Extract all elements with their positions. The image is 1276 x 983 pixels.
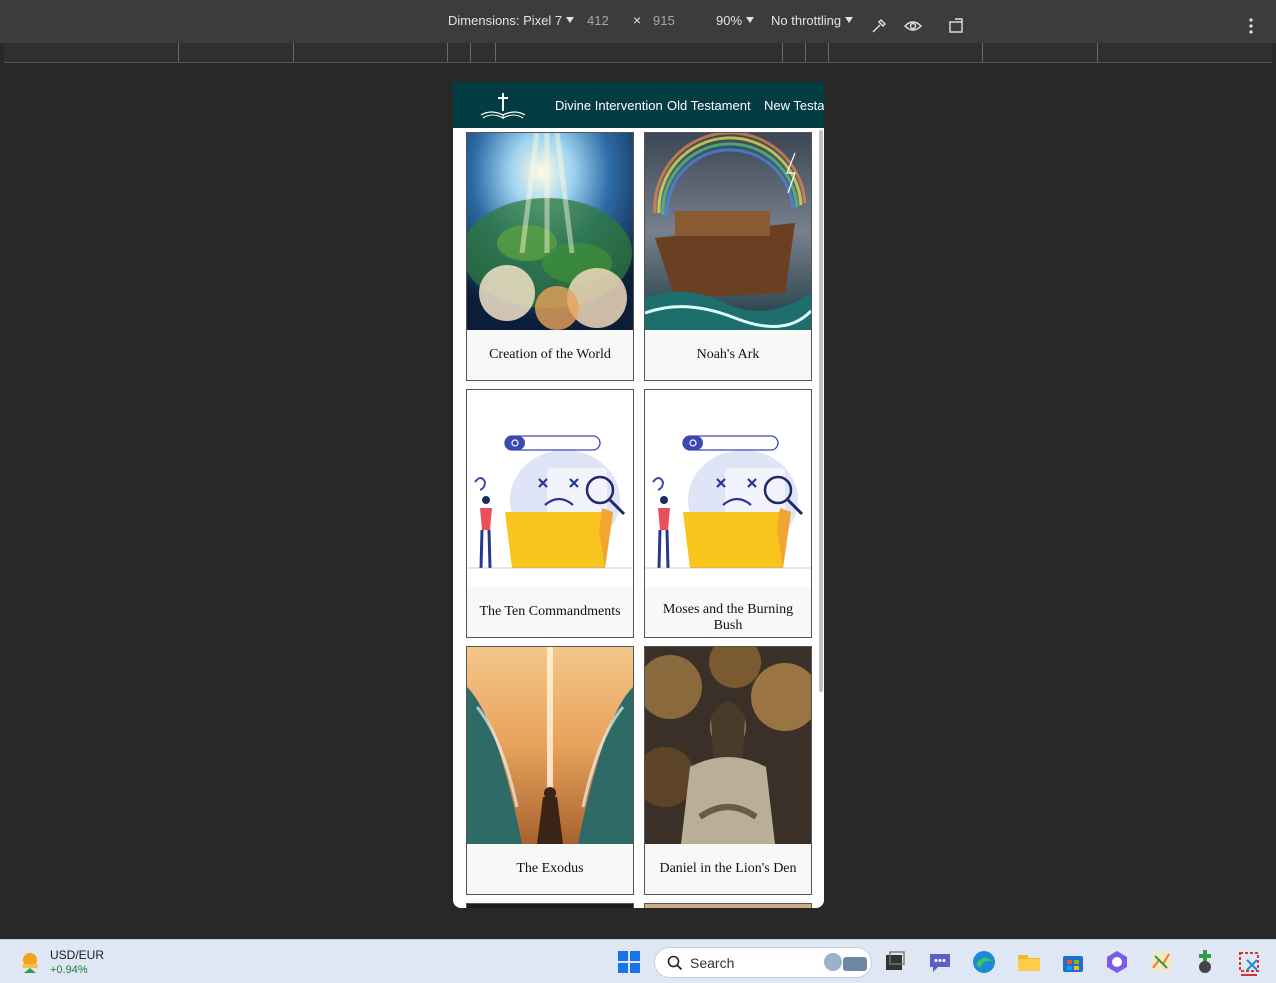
throttling-label: No throttling [771, 13, 842, 28]
ruler-tick [982, 43, 983, 62]
copilot-icon[interactable] [1103, 948, 1131, 976]
ruler-tick [1097, 43, 1098, 62]
story-card-partial[interactable] [644, 903, 812, 908]
taskbar-search-box[interactable]: Search [654, 947, 872, 978]
windows-taskbar: USD/EUR +0.94% Search [0, 939, 1276, 983]
device-viewport: Divine Intervention Old Testament New Te… [453, 82, 824, 908]
edge-icon[interactable] [970, 948, 998, 976]
nav-link-old-testament[interactable]: Old Testament [667, 98, 751, 113]
ruler-tick [495, 43, 496, 62]
chart-app-icon[interactable] [1147, 948, 1175, 976]
eye-icon[interactable] [903, 17, 923, 35]
site-navbar: Divine Intervention Old Testament New Te… [453, 82, 824, 128]
card-title: Creation of the World [489, 347, 611, 362]
rotate-icon[interactable] [947, 17, 967, 35]
card-title: Noah's Ark [696, 347, 760, 362]
open-bible-cross-icon[interactable] [479, 91, 527, 121]
card-image-noahs-ark [645, 133, 811, 330]
search-icon [667, 955, 683, 971]
card-title: Daniel in the Lion's Den [659, 861, 797, 876]
times-sign: × [633, 12, 642, 28]
chevron-down-icon [566, 17, 575, 23]
story-card[interactable]: Noah's Ark [644, 132, 812, 381]
weather-currency-widget[interactable]: USD/EUR +0.94% [18, 947, 118, 979]
dimensions-label: Dimensions: Pixel 7 [448, 13, 563, 28]
teams-chat-icon[interactable] [926, 948, 954, 976]
media-query-bar[interactable] [4, 43, 1272, 63]
more-vert-icon[interactable] [1246, 17, 1256, 35]
chevron-down-icon [845, 17, 854, 23]
ruler-tick [828, 43, 829, 62]
zoom-dropdown[interactable]: 90% [716, 13, 755, 28]
height-input[interactable]: 915 [653, 13, 675, 28]
widget-change: +0.94% [50, 964, 88, 976]
zoom-label: 90% [716, 13, 743, 28]
dimensions-dropdown[interactable]: Dimensions: Pixel 7 [448, 13, 575, 28]
ruler-tick [447, 43, 448, 62]
throttling-dropdown[interactable]: No throttling [771, 13, 854, 28]
devtools-toolbar: Dimensions: Pixel 7 412 × 915 90% No thr… [0, 0, 1276, 43]
ruler-tick [470, 43, 471, 62]
folder-icon[interactable] [1015, 948, 1043, 976]
ruler-tick [293, 43, 294, 62]
image-not-found-illustration [645, 390, 811, 587]
card-title: The Exodus [516, 861, 584, 876]
story-card[interactable]: The Ten Commandments [466, 389, 634, 638]
card-image-creation [467, 133, 633, 330]
ruler-tick [805, 43, 806, 62]
story-card-partial[interactable] [466, 903, 634, 908]
snipping-tool-icon[interactable] [1235, 948, 1263, 976]
image-not-found-illustration [467, 390, 633, 587]
game-icon[interactable] [1191, 948, 1219, 976]
eyedropper-icon[interactable] [870, 17, 888, 35]
widget-title: USD/EUR [50, 948, 105, 962]
card-image-daniel [645, 647, 811, 844]
windows-start-icon[interactable] [615, 948, 643, 976]
story-card[interactable]: Moses and the Burning Bush [644, 389, 812, 638]
chevron-down-icon [746, 17, 755, 23]
ruler-tick [178, 43, 179, 62]
search-highlight-icon [824, 953, 867, 971]
currency-chart-icon [22, 953, 38, 973]
width-input[interactable]: 412 [587, 13, 609, 28]
task-view-icon[interactable] [881, 948, 909, 976]
card-image-exodus [467, 647, 633, 844]
nav-link-new-testament[interactable]: New Testament [764, 98, 824, 113]
ruler-tick [782, 43, 783, 62]
page-scrollbar[interactable] [819, 130, 823, 692]
search-label: Search [690, 955, 735, 971]
card-title: Moses and the Burning Bush [662, 602, 794, 633]
story-card[interactable]: Creation of the World [466, 132, 634, 381]
card-title: The Ten Commandments [479, 604, 621, 619]
story-card[interactable]: The Exodus [466, 646, 634, 895]
nav-link-divine-intervention[interactable]: Divine Intervention [555, 98, 663, 113]
story-card[interactable]: Daniel in the Lion's Den [644, 646, 812, 895]
store-icon[interactable] [1059, 948, 1087, 976]
